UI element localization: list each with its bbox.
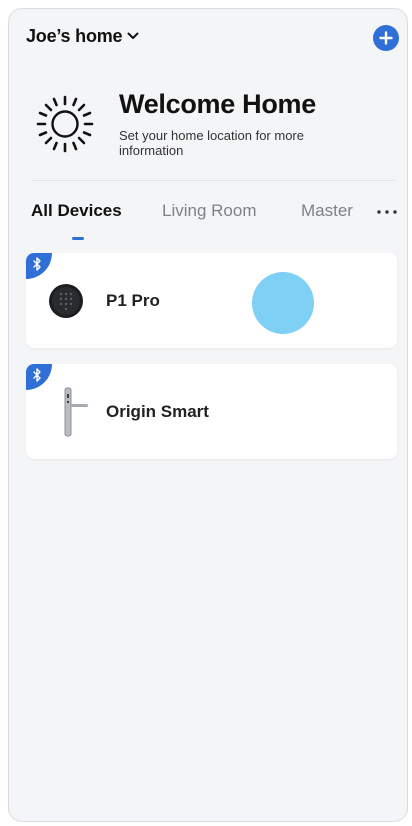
keypad-lock-icon (48, 283, 84, 319)
sun-icon (34, 93, 96, 155)
room-tabs: All Devices Living Room Master (9, 195, 407, 245)
more-horizontal-icon (377, 210, 397, 214)
bluetooth-icon (33, 368, 41, 382)
home-selector[interactable]: Joe’s home (26, 26, 139, 47)
device-card-p1-pro[interactable]: P1 Pro (26, 253, 397, 348)
device-card-origin-smart[interactable]: Origin Smart (26, 364, 397, 459)
welcome-banner[interactable]: Welcome Home Set your home location for … (26, 81, 407, 181)
add-device-button[interactable] (373, 25, 399, 51)
tab-master[interactable]: Master (301, 201, 353, 221)
chevron-right-icon (406, 131, 407, 149)
device-name: P1 Pro (106, 291, 160, 310)
plus-icon (379, 31, 393, 45)
tab-all-devices[interactable]: All Devices (31, 201, 122, 221)
tab-living-room[interactable]: Living Room (162, 201, 257, 221)
bluetooth-icon (33, 257, 41, 271)
chevron-down-icon (127, 28, 139, 46)
home-name: Joe’s home (26, 26, 123, 46)
lever-handle-icon (60, 386, 90, 438)
more-tabs-button[interactable] (375, 205, 399, 217)
divider (31, 180, 395, 181)
touch-indicator (252, 272, 314, 334)
app-screen: Joe’s home Welcome Home Set your home lo… (8, 8, 408, 822)
active-tab-indicator (72, 237, 84, 240)
bluetooth-badge (26, 364, 52, 390)
device-name: Origin Smart (106, 402, 209, 421)
welcome-subtitle: Set your home location for more informat… (119, 128, 304, 158)
welcome-title: Welcome Home (119, 89, 316, 119)
header: Joe’s home (9, 9, 407, 69)
bluetooth-badge (26, 253, 52, 279)
